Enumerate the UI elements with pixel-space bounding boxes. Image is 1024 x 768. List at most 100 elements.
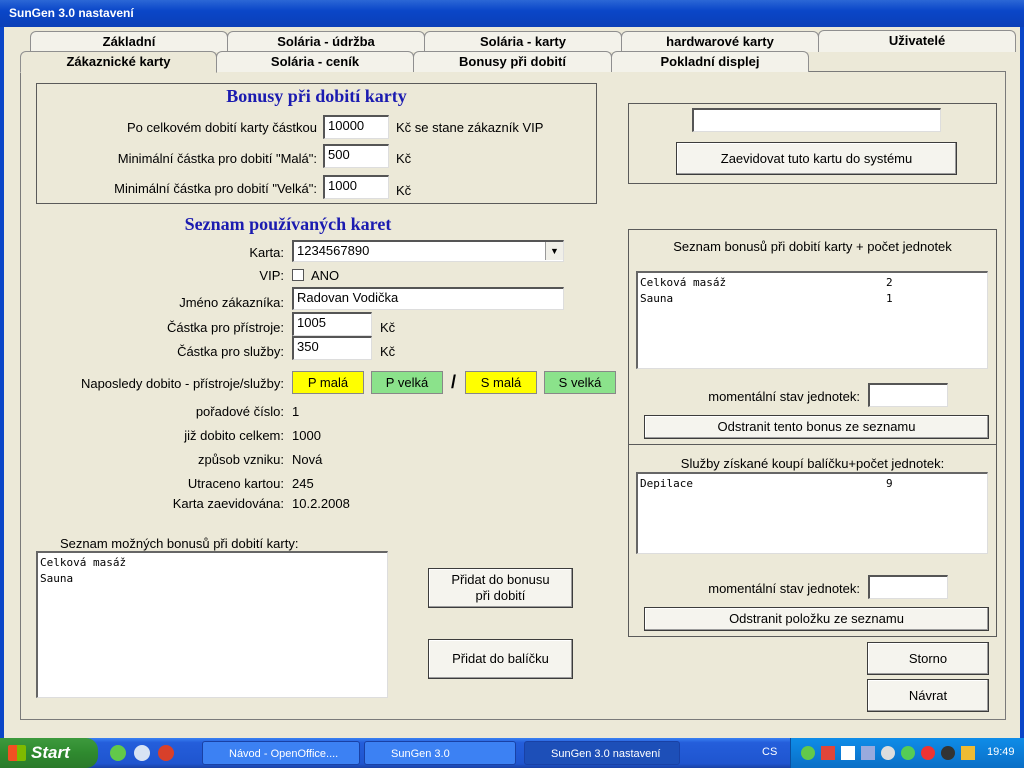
card-select-value: 1234567890 bbox=[297, 243, 370, 258]
origin-label: způsob vzniku: bbox=[198, 452, 284, 467]
task-openoffice[interactable]: Návod - OpenOffice.... bbox=[202, 741, 360, 765]
large-min-label: Minimální částka pro dobití "Velká": bbox=[114, 181, 317, 196]
card-label: Karta: bbox=[249, 245, 284, 260]
devices-amount-label: Částka pro přístroje: bbox=[166, 320, 284, 335]
vip-label: VIP: bbox=[259, 268, 284, 283]
services-amount-input[interactable]: 350 bbox=[292, 336, 372, 360]
tray-icon[interactable] bbox=[961, 746, 975, 760]
quick-launch-icon[interactable] bbox=[134, 745, 150, 761]
remove-bonus-button[interactable]: Odstranit tento bonus ze seznamu bbox=[644, 415, 989, 439]
services-amount-currency: Kč bbox=[380, 344, 396, 359]
total-topup-value: 1000 bbox=[292, 428, 321, 443]
order-number-label: pořadové číslo: bbox=[195, 404, 284, 419]
tab-pokladni-displej[interactable]: Pokladní displej bbox=[611, 51, 809, 72]
services-amount-label: Částka pro služby: bbox=[177, 344, 284, 359]
tab-zakaznicke-karty[interactable]: Zákaznické karty bbox=[20, 51, 217, 73]
return-button[interactable]: Návrat bbox=[867, 679, 989, 712]
list-item-name: Celková masáž bbox=[640, 276, 727, 289]
bonus-units-list[interactable]: Celková masáž 2 Sauna 1 bbox=[636, 271, 988, 369]
large-min-currency: Kč bbox=[396, 183, 412, 198]
large-min-input[interactable]: 1000 bbox=[323, 175, 389, 199]
task-sungen[interactable]: SunGen 3.0 bbox=[364, 741, 516, 765]
devices-amount-input[interactable]: 1005 bbox=[292, 312, 372, 336]
tab-hardwarove-karty[interactable]: hardwarové karty bbox=[621, 31, 819, 52]
tray-icon[interactable] bbox=[881, 746, 895, 760]
register-card-button[interactable]: Zaevidovat tuto kartu do systému bbox=[676, 142, 957, 175]
tray-icon[interactable] bbox=[941, 746, 955, 760]
cards-heading: Seznam používaných karet bbox=[184, 214, 392, 234]
title-bar[interactable]: SunGen 3.0 nastavení bbox=[0, 0, 1024, 27]
registered-label: Karta zaevidována: bbox=[172, 496, 284, 511]
customer-name-input[interactable]: Radovan Vodička bbox=[292, 287, 564, 310]
order-number-value: 1 bbox=[292, 404, 300, 419]
chevron-down-icon[interactable]: ▼ bbox=[545, 242, 563, 260]
vip-checkbox[interactable] bbox=[292, 269, 304, 281]
divider bbox=[628, 444, 997, 445]
last-topup-label: Naposledy dobito - přístroje/služby: bbox=[80, 376, 284, 391]
remove-package-item-button[interactable]: Odstranit položku ze seznamu bbox=[644, 607, 989, 631]
card-select[interactable]: 1234567890 ▼ bbox=[292, 240, 564, 262]
window-title: SunGen 3.0 nastavení bbox=[9, 6, 134, 20]
list-item[interactable]: Sauna bbox=[40, 571, 385, 587]
register-card-input[interactable] bbox=[692, 108, 941, 132]
devices-amount-currency: Kč bbox=[380, 320, 396, 335]
windows-logo-icon bbox=[8, 745, 26, 761]
tab-zakladni[interactable]: Základní bbox=[30, 31, 228, 52]
origin-value: Nová bbox=[292, 452, 323, 467]
total-topup-label: již dobito celkem: bbox=[184, 428, 284, 443]
start-button[interactable]: Start bbox=[0, 738, 98, 768]
tray-icon[interactable] bbox=[861, 746, 875, 760]
bonus-heading: Bonusy při dobití karty bbox=[226, 86, 407, 106]
taskbar: Start Návod - OpenOffice.... SunGen 3.0 … bbox=[0, 738, 1024, 768]
tray-icon[interactable] bbox=[901, 746, 915, 760]
bonus-state-label: momentální stav jednotek: bbox=[708, 389, 860, 404]
tab-uzivatele[interactable]: Uživatelé bbox=[818, 30, 1016, 52]
add-to-bonus-button[interactable]: Přidat do bonusu při dobití bbox=[428, 568, 573, 608]
vip-threshold-input[interactable]: 10000 bbox=[323, 115, 389, 139]
small-min-label: Minimální částka pro dobití "Malá": bbox=[117, 151, 317, 166]
package-state-input[interactable] bbox=[868, 575, 948, 599]
vip-checkbox-label: ANO bbox=[311, 268, 340, 283]
quick-launch-icon[interactable] bbox=[158, 745, 174, 761]
tab-solaria-cenik[interactable]: Solária - ceník bbox=[216, 51, 414, 72]
add-to-package-button[interactable]: Přidat do balíčku bbox=[428, 639, 573, 679]
separator: / bbox=[451, 372, 457, 392]
tray-icon[interactable] bbox=[801, 746, 815, 760]
spent-label: Utraceno kartou: bbox=[187, 476, 284, 491]
list-item-count: 9 bbox=[886, 477, 893, 490]
quick-launch-icon[interactable] bbox=[110, 745, 126, 761]
tray-icon[interactable] bbox=[921, 746, 935, 760]
list-item[interactable]: Celková masáž bbox=[40, 555, 385, 571]
tray-icon[interactable] bbox=[821, 746, 835, 760]
list-item-name: Depilace bbox=[640, 477, 693, 490]
vip-threshold-suffix: Kč se stane zákazník VIP bbox=[396, 120, 544, 135]
p-mala-button[interactable]: P malá bbox=[292, 371, 364, 394]
customer-name-label: Jméno zákazníka: bbox=[179, 295, 284, 310]
list-item-name: Sauna bbox=[640, 292, 674, 305]
p-velka-button[interactable]: P velká bbox=[371, 371, 443, 394]
small-min-input[interactable]: 500 bbox=[323, 144, 389, 168]
list-item-count: 2 bbox=[886, 276, 893, 289]
possible-bonuses-label: Seznam možných bonusů při dobití karty: bbox=[60, 536, 299, 551]
possible-bonuses-list[interactable]: Celková masáž Sauna bbox=[36, 551, 388, 698]
list-item[interactable]: Celková masáž 2 bbox=[640, 275, 985, 291]
tray-icon[interactable] bbox=[841, 746, 855, 760]
package-state-label: momentální stav jednotek: bbox=[708, 581, 860, 596]
tab-solaria-udrzba[interactable]: Solária - údržba bbox=[227, 31, 425, 52]
s-velka-button[interactable]: S velká bbox=[544, 371, 616, 394]
task-sungen-settings[interactable]: SunGen 3.0 nastavení bbox=[524, 741, 680, 765]
s-mala-button[interactable]: S malá bbox=[465, 371, 537, 394]
bonus-state-input[interactable] bbox=[868, 383, 948, 407]
small-min-currency: Kč bbox=[396, 151, 412, 166]
spent-value: 245 bbox=[292, 476, 314, 491]
list-item[interactable]: Depilace 9 bbox=[640, 476, 985, 492]
clock: 19:49 bbox=[987, 746, 1015, 758]
package-units-list[interactable]: Depilace 9 bbox=[636, 472, 988, 554]
list-item[interactable]: Sauna 1 bbox=[640, 291, 985, 307]
vip-threshold-label: Po celkovém dobití karty částkou bbox=[126, 120, 317, 135]
tab-bonusy-pri-dobiti[interactable]: Bonusy při dobití bbox=[413, 51, 612, 72]
language-indicator[interactable]: CS bbox=[762, 746, 777, 758]
tab-solaria-karty[interactable]: Solária - karty bbox=[424, 31, 622, 52]
registered-value: 10.2.2008 bbox=[292, 496, 350, 511]
cancel-button[interactable]: Storno bbox=[867, 642, 989, 675]
